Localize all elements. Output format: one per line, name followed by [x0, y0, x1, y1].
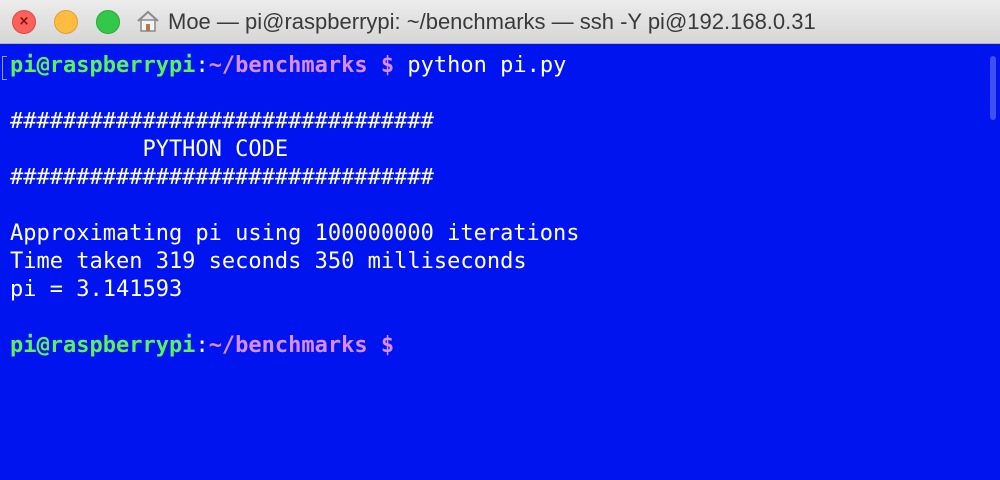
window-title: Moe — pi@raspberrypi: ~/benchmarks — ssh…	[168, 9, 816, 34]
minimize-button[interactable]	[54, 10, 78, 34]
marker-bracket	[2, 56, 7, 80]
terminal-output[interactable]: pi@raspberrypi:~/benchmarks $ python pi.…	[0, 44, 1000, 480]
output-line: Approximating pi using 100000000 iterati…	[10, 221, 580, 246]
output-line: pi = 3.141593	[10, 277, 183, 302]
prompt-separator: :	[195, 53, 209, 78]
close-button[interactable]: ×	[12, 10, 36, 34]
scrollbar[interactable]	[990, 56, 996, 120]
prompt-separator: :	[195, 333, 209, 358]
prompt-line: pi@raspberrypi:~/benchmarks $	[10, 332, 580, 360]
home-icon	[137, 10, 159, 32]
prompt-user-host: pi@raspberrypi	[10, 333, 196, 358]
output-line: ################################	[10, 165, 434, 190]
output-line: Time taken 319 seconds 350 milliseconds	[10, 249, 527, 274]
prompt-line: pi@raspberrypi:~/benchmarks $ python pi.…	[10, 52, 580, 80]
terminal-window: × Moe — pi@raspberrypi: ~/benchmarks — s…	[0, 0, 1000, 480]
close-icon: ×	[18, 14, 30, 29]
title-bar[interactable]: × Moe — pi@raspberrypi: ~/benchmarks — s…	[0, 0, 1000, 44]
prompt-path: ~/benchmarks $	[208, 53, 395, 78]
output-line: ################################	[10, 109, 434, 134]
command-text: python pi.py	[394, 53, 567, 78]
terminal-content: pi@raspberrypi:~/benchmarks $ python pi.…	[10, 52, 580, 360]
zoom-button[interactable]	[96, 10, 120, 34]
prompt-user-host: pi@raspberrypi	[10, 53, 196, 78]
prompt-path: ~/benchmarks $	[208, 333, 395, 358]
window-title-area: Moe — pi@raspberrypi: ~/benchmarks — ssh…	[136, 0, 816, 44]
output-line: PYTHON CODE	[10, 137, 289, 162]
